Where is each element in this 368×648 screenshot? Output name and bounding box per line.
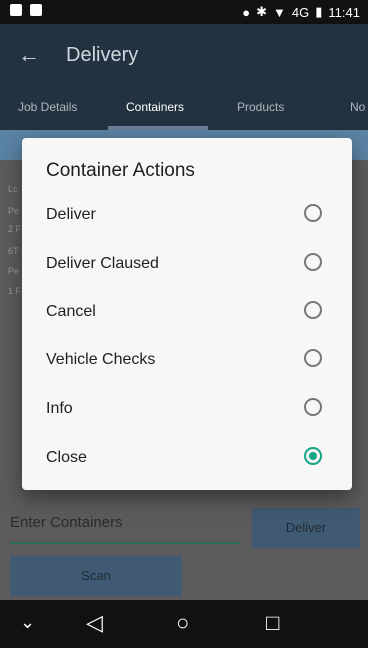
network-type: 4G: [291, 4, 310, 20]
tab-strip: Job Details Containers Products No: [0, 88, 368, 130]
option-label: Close: [46, 449, 87, 466]
bluetooth-icon: ✱: [256, 4, 268, 19]
option-deliver-claused[interactable]: Deliver Claused: [22, 241, 352, 289]
location-icon: ●: [242, 4, 251, 20]
option-label: Deliver: [46, 206, 96, 223]
option-deliver[interactable]: Deliver: [22, 192, 352, 240]
option-label: Info: [46, 400, 73, 417]
option-vehicle-checks[interactable]: Vehicle Checks: [22, 337, 352, 385]
page-title: Delivery: [66, 44, 139, 66]
list-item: 6T: [8, 246, 19, 256]
radio-button-selected[interactable]: [304, 447, 322, 465]
tab-job-details[interactable]: Job Details: [18, 100, 77, 114]
container-actions-dialog: Container Actions Deliver Deliver Clause…: [22, 138, 352, 490]
option-label: Deliver Claused: [46, 255, 159, 272]
battery-icon: ▮: [315, 4, 323, 19]
list-item: Pe: [8, 206, 20, 216]
scan-button[interactable]: Scan: [10, 556, 182, 596]
list-item: Lc: [8, 184, 18, 194]
tab-products[interactable]: Products: [237, 100, 284, 114]
radio-button[interactable]: [304, 204, 322, 222]
home-circle-icon[interactable]: ○: [176, 610, 189, 636]
app-bar: ← Delivery: [0, 24, 368, 88]
list-item: Pe: [8, 266, 20, 276]
clock: 11:41: [328, 4, 360, 20]
enter-containers-input[interactable]: Enter Containers: [10, 514, 240, 544]
tab-notes[interactable]: No: [350, 100, 365, 114]
recents-square-icon[interactable]: □: [266, 610, 279, 636]
radio-button[interactable]: [304, 349, 322, 367]
option-info[interactable]: Info: [22, 386, 352, 434]
radio-button[interactable]: [304, 301, 322, 319]
navigation-bar: ⌄ ◁ ○ □: [0, 600, 368, 648]
option-label: Cancel: [46, 303, 96, 320]
android-icon: [30, 4, 42, 16]
tab-containers[interactable]: Containers: [126, 100, 184, 114]
back-arrow-icon[interactable]: ←: [18, 42, 40, 68]
deliver-button[interactable]: Deliver: [252, 508, 360, 548]
radio-button[interactable]: [304, 398, 322, 416]
radio-button[interactable]: [304, 253, 322, 271]
gmail-icon: [10, 4, 22, 16]
dialog-title: Container Actions: [46, 160, 195, 181]
option-cancel[interactable]: Cancel: [22, 289, 352, 337]
option-label: Vehicle Checks: [46, 351, 156, 368]
chevron-down-icon[interactable]: ⌄: [20, 612, 35, 633]
list-item: 1 F: [8, 286, 22, 296]
status-bar: ● ✱ ▼ 4G ▮ 11:41: [0, 0, 368, 24]
back-triangle-icon[interactable]: ◁: [86, 610, 103, 636]
list-item: 2 F: [8, 224, 22, 234]
option-close[interactable]: Close: [22, 435, 352, 483]
wifi-icon: ▼: [273, 4, 286, 20]
